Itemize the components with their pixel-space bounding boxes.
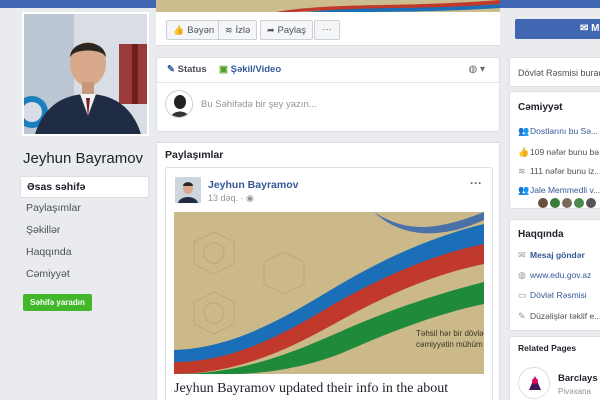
rss-icon: ≋ [225, 25, 233, 35]
audience-selector[interactable]: ◍ ▾ [468, 64, 485, 75]
community-card: Cəmiyyət 👥Dostlarını bu Sə... 👍109 nəfər… [509, 91, 600, 209]
avatar[interactable] [562, 197, 572, 208]
follows-count-text: 111 nəfər bunu iz... [530, 166, 600, 176]
share-label: Paylaş [277, 25, 307, 36]
caption-line-1: Təhsil hər bir dövlə [416, 329, 484, 338]
follow-button[interactable]: ≋ İzlə [218, 20, 258, 40]
about-card: Haqqında ✉ Mesaj göndər ◍ www.edu.gov.az ▭… [509, 219, 600, 331]
nav-item-community[interactable]: Cəmiyyət [20, 264, 149, 286]
globe-icon: ◍ [468, 64, 478, 75]
pencil-icon: ✎ [167, 64, 175, 75]
related-pages-card: Related Pages Barclays Pivəxana [509, 336, 600, 400]
nav-item-about[interactable]: Haqqında [20, 242, 149, 264]
rss-icon: ≋ [518, 166, 526, 176]
share-arrow-icon: ➦ [267, 25, 275, 35]
suggest-edits-row[interactable]: ✎ Düzəlişlər təklif e... [518, 311, 600, 322]
invite-friends-row[interactable]: 👥Dostlarını bu Sə... [518, 126, 598, 137]
category-link[interactable]: Dövlət Rəsmisi [530, 290, 587, 300]
tab-status[interactable]: ✎ Status [167, 64, 207, 75]
posts-section-title: Paylaşımlar [165, 149, 224, 161]
tab-photo-video[interactable]: ▣ Şəkil/Video [219, 64, 281, 75]
friend-activity-row[interactable]: 👥Jale Memmedli v... [518, 185, 600, 196]
related-page-avatar[interactable] [518, 367, 550, 399]
create-page-button[interactable]: Səhifə yaradın [23, 294, 92, 311]
thumbs-up-icon: 👍 [173, 25, 185, 35]
posts-section: Paylaşımlar Jeyhun Bayramov 13 dəq. · ◉ … [156, 142, 500, 400]
post-text: Jeyhun Bayramov updated their info in th… [174, 381, 449, 396]
page-title: Jeyhun Bayramov [23, 150, 144, 167]
globe-icon: ◍ [518, 270, 526, 280]
cover-photo[interactable] [156, 0, 500, 12]
post-author-avatar[interactable] [175, 177, 201, 203]
likes-row: 👍109 nəfər bunu bə... [518, 147, 600, 158]
nav-item-posts[interactable]: Paylaşımlar [20, 198, 149, 220]
avatar[interactable] [574, 197, 584, 208]
post-card: Jeyhun Bayramov 13 dəq. · ◉ ··· Təhsil h [165, 167, 493, 400]
more-options-button[interactable]: ··· [314, 20, 340, 40]
website-link[interactable]: www.edu.gov.az [530, 270, 591, 280]
tab-photo-video-label: Şəkil/Video [230, 64, 282, 75]
send-message-link[interactable]: Mesaj göndər [530, 250, 585, 260]
send-message-button[interactable]: ✉ M... [515, 19, 600, 39]
category-text: Dövlət Rəsmisi burada [518, 68, 600, 78]
community-title: Cəmiyyət [518, 102, 563, 113]
caption-line-2: cəmiyyətin mühüm [416, 340, 483, 349]
pencil-icon: ✎ [518, 311, 526, 321]
avatar[interactable] [586, 197, 596, 208]
suggest-edits-link[interactable]: Düzəlişlər təklif e... [530, 311, 600, 321]
messenger-icon: ✉ [518, 250, 526, 260]
left-navigation: Əsas səhifə Paylaşımlar Şəkillər Haqqınd… [20, 176, 149, 286]
tab-status-label: Status [177, 64, 207, 75]
friend-name-link[interactable]: Jale Memmedli v... [530, 185, 600, 195]
post-time-text: 13 dəq. [208, 193, 239, 203]
related-page-category: Pivəxana [558, 387, 591, 396]
post-author-name[interactable]: Jeyhun Bayramov [208, 179, 298, 191]
invite-friends-link[interactable]: Dostlarını bu Sə... [530, 126, 598, 136]
messenger-icon: ✉ [580, 23, 589, 34]
post-timestamp[interactable]: 13 dəq. · ◉ [208, 193, 254, 204]
thumbs-up-icon: 👍 [518, 147, 530, 157]
follows-row: ≋ 111 nəfər bunu iz... [518, 166, 600, 177]
about-title: Haqqında [518, 229, 564, 240]
ellipsis-icon: ··· [470, 176, 482, 190]
composer-input[interactable]: Bu Səhifədə bir şey yazın... [201, 99, 317, 110]
category-card: Dövlət Rəsmisi burada [509, 57, 600, 87]
post-image-caption: Təhsil hər bir dövlə cəmiyyətin mühüm [416, 328, 484, 350]
friend-avatars [538, 197, 598, 208]
like-label: Bəyən [187, 25, 215, 36]
composer-avatar [165, 90, 193, 118]
send-message-label: M... [591, 23, 600, 34]
camera-icon: ▣ [219, 64, 228, 75]
related-page-name[interactable]: Barclays [558, 373, 598, 384]
avatar[interactable] [538, 197, 548, 208]
post-composer: ✎ Status ▣ Şəkil/Video ◍ ▾ Bu Səhifədə b… [156, 57, 500, 132]
page-icon: ▭ [518, 290, 527, 300]
website-row[interactable]: ◍ www.edu.gov.az [518, 270, 591, 281]
category-row[interactable]: ▭ Dövlət Rəsmisi [518, 290, 587, 301]
follow-label: İzlə [235, 25, 251, 36]
related-pages-title: Related Pages [518, 343, 577, 353]
profile-photo[interactable] [22, 12, 149, 136]
chevron-down-icon: ▾ [479, 64, 485, 75]
share-button[interactable]: ➦ Paylaş [260, 20, 314, 40]
message-row[interactable]: ✉ Mesaj göndər [518, 250, 585, 261]
nav-item-home[interactable]: Əsas səhifə [20, 176, 149, 198]
likes-count-text: 109 nəfər bunu bə... [530, 147, 600, 157]
people-icon: 👥 [518, 126, 530, 136]
page-action-bar: 👍 Bəyən ≋ İzlə ➦ Paylaş ··· [156, 12, 500, 46]
public-globe-icon: ◉ [246, 193, 254, 203]
post-options-button[interactable]: ··· [470, 176, 482, 190]
like-button[interactable]: 👍 Bəyən [166, 20, 222, 40]
avatar[interactable] [550, 197, 560, 208]
nav-item-photos[interactable]: Şəkillər [20, 220, 149, 242]
composer-divider [157, 82, 499, 83]
people-icon: 👥 [518, 185, 530, 195]
post-image[interactable]: Təhsil hər bir dövlə cəmiyyətin mühüm [174, 212, 484, 374]
